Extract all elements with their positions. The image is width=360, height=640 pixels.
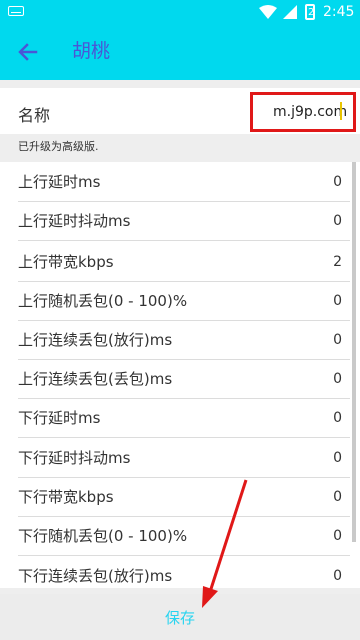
list-item[interactable]: 上行延时ms 0 <box>0 162 360 202</box>
battery-level: 2 <box>308 7 315 18</box>
wifi-icon <box>259 5 277 19</box>
clock: 2:45 <box>323 4 355 20</box>
row-label: 上行延时抖动ms <box>18 212 131 230</box>
list-item[interactable]: 上行带宽kbps 2 <box>0 242 360 282</box>
divider <box>18 240 350 241</box>
row-value: 0 <box>333 371 342 387</box>
row-value: 0 <box>333 293 342 309</box>
row-value: 0 <box>333 568 342 584</box>
bottom-bar: 保存 <box>0 588 360 640</box>
upgrade-info-text: 已升级为高级版. <box>18 140 99 153</box>
status-bar: 2 2:45 <box>0 0 360 24</box>
row-label: 下行延时抖动ms <box>18 449 131 467</box>
scrollbar[interactable] <box>352 162 356 542</box>
row-value: 0 <box>333 450 342 466</box>
row-label: 上行带宽kbps <box>18 253 114 271</box>
row-label: 上行连续丢包(放行)ms <box>18 331 173 349</box>
list-item[interactable]: 上行连续丢包(丢包)ms 0 <box>0 359 360 399</box>
row-label: 上行延时ms <box>18 173 101 191</box>
row-value: 0 <box>333 332 342 348</box>
row-value: 0 <box>333 410 342 426</box>
settings-list[interactable]: 上行延时ms 0 上行延时抖动ms 0 上行带宽kbps 2 上行随机丢包(0 … <box>0 162 360 588</box>
battery-icon: 2 <box>305 4 315 20</box>
keyboard-icon <box>8 6 24 16</box>
list-item[interactable]: 下行延时抖动ms 0 <box>0 438 360 478</box>
row-label: 上行连续丢包(丢包)ms <box>18 370 173 388</box>
row-label: 下行随机丢包(0 - 100)% <box>18 527 188 545</box>
signal-icon <box>283 5 297 19</box>
save-button[interactable]: 保存 <box>0 594 360 640</box>
arrow-left-icon[interactable] <box>14 38 42 66</box>
list-item[interactable]: 上行连续丢包(放行)ms 0 <box>0 320 360 360</box>
list-item[interactable]: 上行延时抖动ms 0 <box>0 201 360 241</box>
row-label: 上行随机丢包(0 - 100)% <box>18 292 188 310</box>
row-value: 0 <box>333 213 342 229</box>
list-item[interactable]: 上行随机丢包(0 - 100)% 0 <box>0 281 360 321</box>
row-value: 0 <box>333 489 342 505</box>
row-label: 下行延时ms <box>18 409 101 427</box>
row-label: 下行带宽kbps <box>18 488 114 506</box>
row-value: 2 <box>333 254 342 270</box>
text-cursor <box>340 102 342 120</box>
list-item[interactable]: 下行随机丢包(0 - 100)% 0 <box>0 516 360 556</box>
row-value: 0 <box>333 528 342 544</box>
list-item[interactable]: 下行连续丢包(放行)ms 0 <box>0 556 360 588</box>
list-item[interactable]: 下行带宽kbps 0 <box>0 477 360 517</box>
row-label: 下行连续丢包(放行)ms <box>18 567 173 585</box>
name-label: 名称 <box>18 106 51 125</box>
app-bar: 胡桃 <box>0 24 360 80</box>
row-value: 0 <box>333 174 342 190</box>
list-item[interactable]: 下行延时ms 0 <box>0 398 360 438</box>
page-title: 胡桃 <box>72 40 111 62</box>
name-row: 名称 <box>0 88 360 134</box>
